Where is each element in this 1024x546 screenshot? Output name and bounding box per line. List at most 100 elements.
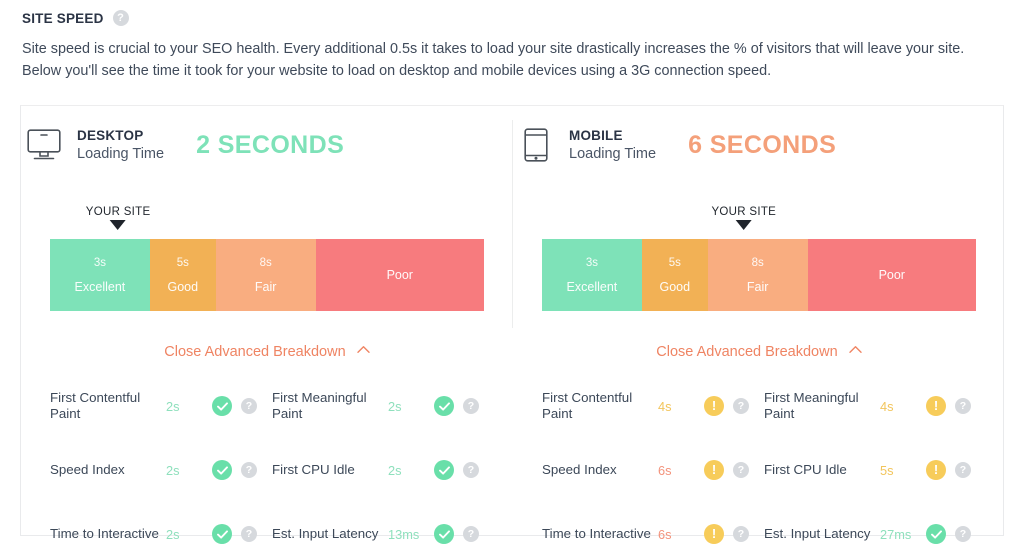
intro-paragraph: Site speed is crucial to your SEO health… — [22, 41, 965, 79]
gauge-segment-good: 5s Good — [149, 239, 216, 311]
gauge-segment-excellent: 3s Excellent — [50, 239, 150, 311]
metric-label: Est. Input Latency — [764, 526, 871, 541]
gauge-segment-fair: 8s Fair — [707, 239, 808, 311]
check-circle-icon — [212, 524, 232, 544]
panel-mobile: MOBILE Loading Time 6 SECONDS YOUR SITE … — [513, 106, 1005, 544]
your-site-label: YOUR SITE — [711, 206, 777, 218]
metric-label: First Meaningful Paint — [764, 390, 859, 421]
metric-label: Time to Interactive — [50, 526, 159, 541]
loading-time-headline-desktop: 2 SECONDS — [196, 130, 345, 159]
help-circle-icon[interactable]: ? — [241, 526, 257, 542]
metric-label: Speed Index — [50, 462, 125, 477]
gauge-segment-label: Excellent — [74, 279, 126, 294]
metric-label: First Contentful Paint — [50, 390, 141, 421]
metric-row: Time to Interactive 6s!? — [542, 512, 764, 546]
device-kind: MOBILE — [569, 128, 623, 143]
help-circle-icon[interactable]: ? — [955, 398, 971, 414]
check-circle-icon — [926, 524, 946, 544]
help-circle-icon[interactable]: ? — [955, 526, 971, 542]
help-circle-icon[interactable]: ? — [733, 398, 749, 414]
your-site-marker-desktop: YOUR SITE — [86, 206, 151, 230]
chevron-up-icon — [849, 345, 862, 354]
metric-label: First Contentful Paint — [542, 390, 633, 421]
gauge-segment-poor: Poor — [315, 239, 484, 311]
help-circle-icon[interactable]: ? — [463, 398, 479, 414]
help-circle-icon[interactable]: ? — [733, 526, 749, 542]
marker-arrow-icon — [735, 220, 752, 230]
your-site-marker-mobile: YOUR SITE — [711, 206, 776, 230]
gauge-segment-time: 8s — [259, 256, 272, 269]
gauge-segment-good: 5s Good — [641, 239, 708, 311]
help-circle-icon[interactable]: ? — [463, 462, 479, 478]
metric-label: Time to Interactive — [542, 526, 651, 541]
check-circle-icon — [434, 460, 454, 480]
toggle-advanced-breakdown-desktop[interactable]: Close Advanced Breakdown — [21, 344, 513, 360]
metric-row: First Contentful Paint 4s!? — [542, 384, 764, 428]
check-circle-icon — [212, 396, 232, 416]
metrics-grid-mobile: First Contentful Paint 4s!? First Meaningf… — [542, 384, 986, 546]
gauge-bar-desktop: 3s Excellent 5s Good 8s Fair Poor — [50, 239, 484, 311]
help-circle-icon[interactable]: ? — [241, 462, 257, 478]
metric-value: 2s — [388, 398, 402, 414]
metric-value: 6s — [658, 526, 672, 542]
device-kind: DESKTOP — [77, 128, 144, 143]
metric-row: First Meaningful Paint 2s? — [272, 384, 494, 428]
metric-value: 2s — [166, 462, 180, 478]
gauge-segment-excellent: 3s Excellent — [542, 239, 642, 311]
metric-value: 6s — [658, 462, 672, 478]
metric-value: 4s — [658, 398, 672, 414]
gauge-segment-label: Good — [659, 279, 691, 294]
site-speed-page: SITE SPEED ? Site speed is crucial to yo… — [0, 0, 1024, 546]
metric-row: First Meaningful Paint 4s!? — [764, 384, 986, 428]
panel-header-desktop: DESKTOP Loading Time 2 SECONDS — [21, 128, 513, 162]
gauge-segment-label: Fair — [746, 279, 769, 294]
metric-value: 2s — [166, 526, 180, 542]
device-label-mobile: MOBILE Loading Time — [569, 128, 656, 162]
check-circle-icon — [212, 460, 232, 480]
loading-time-headline-mobile: 6 SECONDS — [688, 130, 837, 159]
gauge-segment-time: 5s — [176, 256, 189, 269]
gauge-segment-time: 5s — [668, 256, 681, 269]
metric-label: First CPU Idle — [272, 462, 355, 477]
metric-value: 4s — [880, 398, 894, 414]
metric-value: 2s — [166, 398, 180, 414]
device-subtitle: Loading Time — [569, 146, 657, 162]
help-circle-icon[interactable]: ? — [955, 462, 971, 478]
gauge-segment-fair: 8s Fair — [215, 239, 316, 311]
metric-row: Speed Index 2s? — [50, 448, 272, 492]
metric-label: First CPU Idle — [764, 462, 847, 477]
gauge-segment-time: 8s — [751, 256, 764, 269]
metric-label: First Meaningful Paint — [272, 390, 367, 421]
check-circle-icon — [434, 524, 454, 544]
alert-circle-icon: ! — [926, 460, 946, 480]
marker-arrow-icon — [110, 220, 127, 230]
gauge-segment-label: Poor — [878, 268, 905, 282]
toggle-label: Close Advanced Breakdown — [656, 344, 838, 360]
help-circle-icon[interactable]: ? — [463, 526, 479, 542]
metric-row: First CPU Idle 5s!? — [764, 448, 986, 492]
gauge-segment-time: 3s — [93, 256, 106, 269]
device-subtitle: Loading Time — [77, 146, 165, 162]
gauge-bar-mobile: 3s Excellent 5s Good 8s Fair Poor — [542, 239, 976, 311]
panel-header-mobile: MOBILE Loading Time 6 SECONDS — [513, 128, 1005, 162]
metric-row: First CPU Idle 2s? — [272, 448, 494, 492]
alert-circle-icon: ! — [704, 524, 724, 544]
check-circle-icon — [434, 396, 454, 416]
gauge-segment-time: 3s — [585, 256, 598, 269]
metric-row: Time to Interactive 2s? — [50, 512, 272, 546]
help-circle-icon[interactable]: ? — [112, 10, 129, 26]
chevron-up-icon — [357, 345, 370, 354]
help-circle-icon[interactable]: ? — [241, 398, 257, 414]
device-label-desktop: DESKTOP Loading Time — [77, 128, 164, 162]
alert-circle-icon: ! — [704, 460, 724, 480]
toggle-advanced-breakdown-mobile[interactable]: Close Advanced Breakdown — [513, 344, 1005, 360]
metrics-grid-desktop: First Contentful Paint 2s? First Meaningfu… — [50, 384, 494, 546]
gauge-segment-label: Excellent — [566, 279, 618, 294]
panel-desktop: DESKTOP Loading Time 2 SECONDS YOUR SITE… — [21, 106, 513, 544]
toggle-label: Close Advanced Breakdown — [164, 344, 346, 360]
alert-circle-icon: ! — [926, 396, 946, 416]
page-title: SITE SPEED — [22, 10, 104, 26]
help-circle-icon[interactable]: ? — [733, 462, 749, 478]
metric-value: 5s — [880, 462, 894, 478]
desktop-monitor-icon — [21, 129, 67, 161]
